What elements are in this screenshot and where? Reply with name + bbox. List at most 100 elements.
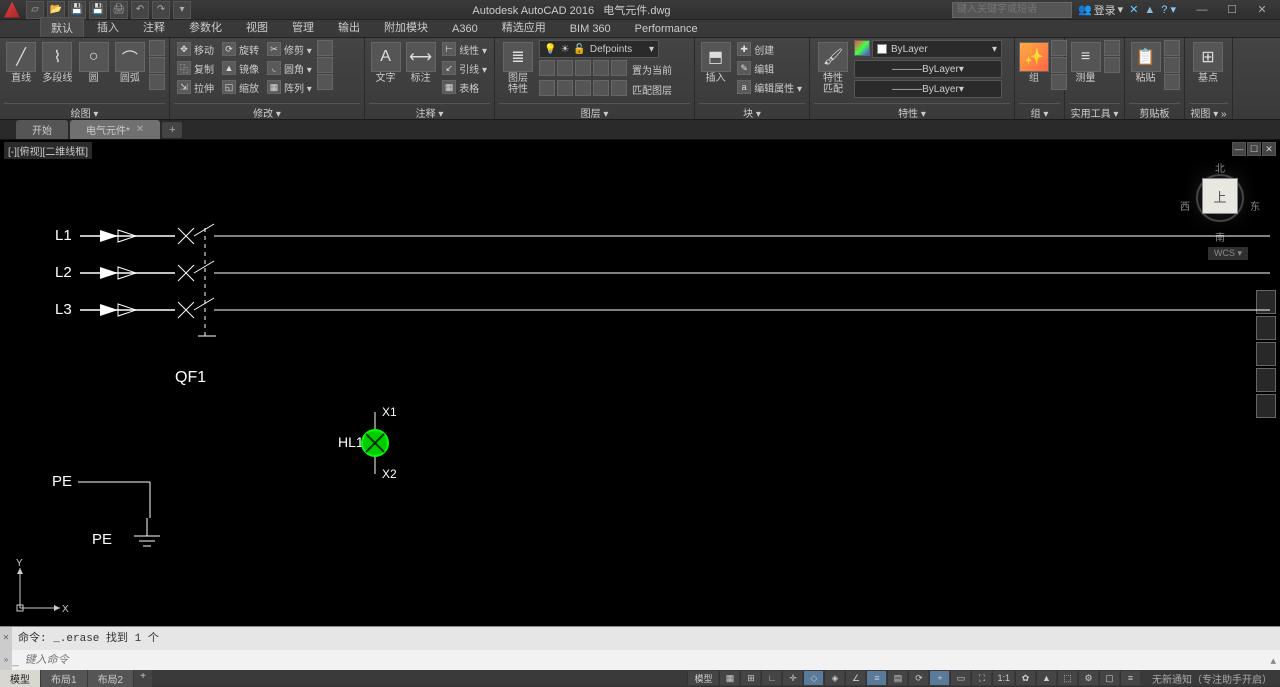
edit-attr-button[interactable]: a编辑属性 ▾ [734,78,805,96]
match-layer-button[interactable]: 匹配图层 [629,80,675,98]
scale-button[interactable]: ◱缩放 [219,78,262,96]
cmd-handle[interactable]: ✕» [0,627,12,670]
ribbon-tab-default[interactable]: 默认 [40,17,84,37]
infocenter-exchange[interactable]: ✕ [1129,3,1138,16]
clip-misc-1[interactable] [1164,40,1180,56]
ribbon-tab-parametric[interactable]: 参数化 [178,16,233,37]
status-ws[interactable]: ✿ [1015,671,1035,685]
status-3dosnap[interactable]: ◈ [824,671,844,685]
dimension-button[interactable]: ⟷标注 [404,40,437,84]
text-button[interactable]: A文字 [369,40,402,84]
move-button[interactable]: ✥移动 [174,40,217,58]
layout-add-button[interactable]: + [134,670,152,687]
circle-button[interactable]: ○圆 [77,40,111,84]
leader-button[interactable]: ↙引线 ▾ [439,59,490,77]
lineweight-dropdown[interactable]: ——— ByLayer ▾ [854,60,1002,78]
infocenter-a360[interactable]: ▲ [1144,4,1155,16]
status-annoscale[interactable]: ⛶ [971,671,991,685]
modify-misc-1[interactable] [317,40,333,56]
panel-annotation-title[interactable]: 注释 ▾ [369,103,490,119]
table-button[interactable]: ▦表格 [439,78,490,96]
status-cycling[interactable]: ⟳ [908,671,928,685]
rotate-button[interactable]: ⟳旋转 [219,40,262,58]
maximize-button[interactable]: ☐ [1218,2,1246,18]
infocenter-signin[interactable]: 👥 登录 ▾ [1078,2,1123,18]
add-tab-button[interactable]: + [162,122,182,138]
minimize-button[interactable]: — [1188,2,1216,18]
ribbon-tab-output[interactable]: 输出 [327,16,371,37]
panel-view-title[interactable]: 视图 ▾ » [1189,103,1228,119]
edit-block-button[interactable]: ✎编辑 [734,59,805,77]
layer-tool-7[interactable] [557,80,573,96]
group-button[interactable]: ✨组 [1019,40,1049,84]
copy-button[interactable]: ⿻复制 [174,59,217,77]
polyline-button[interactable]: ⌇多段线 [40,40,74,84]
ribbon-tab-manage[interactable]: 管理 [281,16,325,37]
layout-tab-1[interactable]: 布局1 [41,670,87,687]
layer-tool-8[interactable] [575,80,591,96]
panel-modify-title[interactable]: 修改 ▾ [174,103,360,119]
qat-save[interactable]: 💾 [68,1,86,19]
layer-tool-10[interactable] [611,80,627,96]
status-dyn[interactable]: + [929,671,949,685]
insert-block-button[interactable]: ⬒插入 [699,40,732,84]
modify-misc-3[interactable] [317,74,333,90]
paste-button[interactable]: 📋粘贴 [1129,40,1162,84]
status-qp[interactable]: ▭ [950,671,970,685]
measure-button[interactable]: ≡测量 [1069,40,1102,84]
close-icon[interactable]: ✕ [136,124,144,135]
doc-tab-current[interactable]: 电气元件*✕ [70,120,160,139]
layer-tool-1[interactable] [539,60,555,76]
util-misc-2[interactable] [1104,57,1120,73]
draw-misc-3[interactable] [149,74,165,90]
layer-tool-3[interactable] [575,60,591,76]
panel-block-title[interactable]: 块 ▾ [699,103,805,119]
status-model-space[interactable]: 模型 [687,671,718,685]
status-iso[interactable]: ⬚ [1057,671,1077,685]
panel-utilities-title[interactable]: 实用工具 ▾ [1069,103,1120,119]
status-custom[interactable]: ≡ [1120,671,1140,685]
doc-tab-start[interactable]: 开始 [16,120,68,139]
make-current-button[interactable]: 置为当前 [629,60,675,78]
layout-tab-model[interactable]: 模型 [0,670,40,687]
layer-tool-9[interactable] [593,80,609,96]
status-osnap[interactable]: ◇ [803,671,823,685]
status-hw[interactable]: ⚙ [1078,671,1098,685]
help-icon[interactable]: ? ▾ [1161,3,1176,16]
draw-misc-1[interactable] [149,40,165,56]
status-transparency[interactable]: ▤ [887,671,907,685]
layer-tool-4[interactable] [593,60,609,76]
linetype-dropdown[interactable]: ——— ByLayer ▾ [854,80,1002,98]
layer-tool-2[interactable] [557,60,573,76]
util-misc-1[interactable] [1104,40,1120,56]
notification-text[interactable]: 无新通知（专注助手开启） [1144,671,1280,686]
cmd-recent-icon[interactable]: ▴ [1270,654,1276,667]
linear-button[interactable]: ⊢线性 ▾ [439,40,490,58]
help-search-input[interactable] [952,2,1072,18]
qat-new[interactable]: ▱ [26,1,44,19]
draw-misc-2[interactable] [149,57,165,73]
clip-misc-2[interactable] [1164,57,1180,73]
modify-misc-2[interactable] [317,57,333,73]
layer-properties-button[interactable]: ≣图层 特性 [499,40,537,95]
mirror-button[interactable]: ▲镜像 [219,59,262,77]
panel-properties-title[interactable]: 特性 ▾ [814,103,1010,119]
create-block-button[interactable]: ✚创建 [734,40,805,58]
close-button[interactable]: ✕ [1248,2,1276,18]
status-polar[interactable]: ✛ [782,671,802,685]
layer-tool-5[interactable] [611,60,627,76]
match-properties-button[interactable]: 🖌特性 匹配 [814,40,852,95]
qat-open[interactable]: 📂 [47,1,65,19]
panel-draw-title[interactable]: 绘图 ▾ [4,103,165,119]
trim-button[interactable]: ✂修剪 ▾ [264,40,315,58]
drawing-area[interactable]: [-][俯视][二维线框] — ☐ ✕ 北 南 西 东 上 WCS ▾ L1 L… [0,140,1280,626]
array-button[interactable]: ▦阵列 ▾ [264,78,315,96]
panel-clipboard-title[interactable]: 剪贴板 [1129,103,1180,119]
ribbon-tab-view[interactable]: 视图 [235,16,279,37]
color-dropdown[interactable]: ByLayer▾ [872,40,1002,58]
status-scale[interactable]: 1:1 [992,671,1014,685]
ribbon-tab-annotate[interactable]: 注释 [132,16,176,37]
panel-group-title[interactable]: 组 ▾ [1019,103,1060,119]
ribbon-tab-featured[interactable]: 精选应用 [491,16,557,37]
status-grid[interactable]: ▦ [719,671,739,685]
